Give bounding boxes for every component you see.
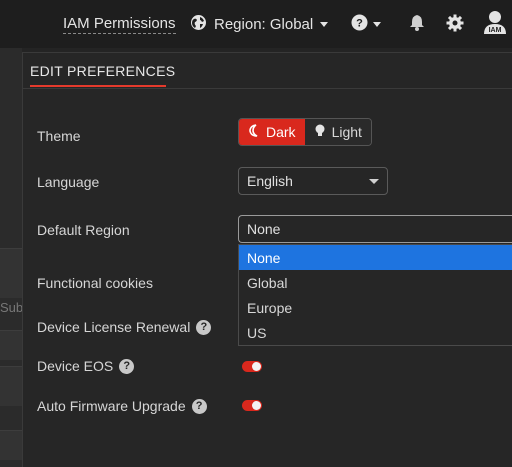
chevron-down-icon — [373, 21, 381, 27]
bell-icon[interactable] — [409, 14, 425, 34]
chevron-down-icon — [320, 22, 329, 27]
lightbulb-icon — [314, 124, 326, 141]
theme-dark-button[interactable]: Dark — [239, 119, 305, 145]
device-license-renewal-label: Device License Renewal — [37, 319, 191, 335]
background-app — [0, 48, 22, 467]
help-icon[interactable]: ? — [119, 358, 135, 374]
background-strip — [0, 248, 22, 298]
avatar-text: IAM — [489, 27, 502, 34]
auto-firmware-upgrade-row: Auto Firmware Upgrade ? — [37, 398, 207, 414]
background-strip — [0, 430, 22, 460]
iam-permissions-link[interactable]: IAM Permissions — [63, 15, 176, 34]
theme-label: Theme — [37, 128, 81, 144]
help-icon: ? — [351, 14, 368, 34]
default-region-dropdown: None Global Europe US — [238, 244, 512, 346]
device-license-renewal-row: Device License Renewal ? — [37, 319, 212, 335]
background-sub-text: Sub — [0, 300, 24, 315]
help-menu-button[interactable]: ? — [351, 14, 381, 34]
chevron-down-icon — [369, 179, 379, 184]
background-strip — [0, 330, 22, 360]
language-label: Language — [37, 174, 100, 190]
region-option-us[interactable]: US — [239, 320, 512, 345]
globe-icon — [190, 14, 207, 35]
device-eos-toggle[interactable] — [242, 361, 262, 372]
svg-text:?: ? — [356, 18, 363, 30]
functional-cookies-label: Functional cookies — [37, 275, 153, 291]
help-icon[interactable]: ? — [196, 319, 212, 335]
user-avatar-icon[interactable]: IAM — [483, 10, 507, 36]
edit-preferences-panel: EDIT PREFERENCES Theme Dark Light Langua… — [22, 52, 512, 467]
device-eos-row: Device EOS ? — [37, 358, 135, 374]
background-strip — [0, 366, 22, 406]
panel-divider — [23, 88, 512, 89]
region-label: Region: Global — [214, 16, 314, 33]
default-region-value: None — [247, 221, 281, 237]
panel-title-underline — [30, 85, 166, 87]
theme-dark-label: Dark — [266, 124, 296, 140]
theme-light-label: Light — [331, 124, 362, 140]
region-option-europe[interactable]: Europe — [239, 295, 512, 320]
region-option-none[interactable]: None — [239, 245, 512, 270]
moon-icon — [248, 124, 260, 140]
theme-light-button[interactable]: Light — [304, 119, 371, 145]
auto-firmware-upgrade-label: Auto Firmware Upgrade — [37, 398, 186, 414]
auto-firmware-upgrade-toggle[interactable] — [242, 400, 262, 411]
theme-toggle-group: Dark Light — [238, 118, 372, 146]
help-icon[interactable]: ? — [191, 398, 207, 414]
region-selector[interactable]: Region: Global — [190, 14, 329, 35]
device-eos-label: Device EOS — [37, 358, 114, 374]
default-region-select[interactable]: None — [238, 215, 512, 243]
panel-title: EDIT PREFERENCES — [30, 63, 176, 79]
region-option-global[interactable]: Global — [239, 270, 512, 295]
language-select[interactable]: English — [238, 167, 388, 195]
language-value: English — [247, 173, 293, 189]
top-bar: IAM Permissions Region: Global ? IAM — [0, 0, 512, 48]
default-region-label: Default Region — [37, 222, 130, 238]
gear-icon[interactable] — [446, 14, 464, 35]
